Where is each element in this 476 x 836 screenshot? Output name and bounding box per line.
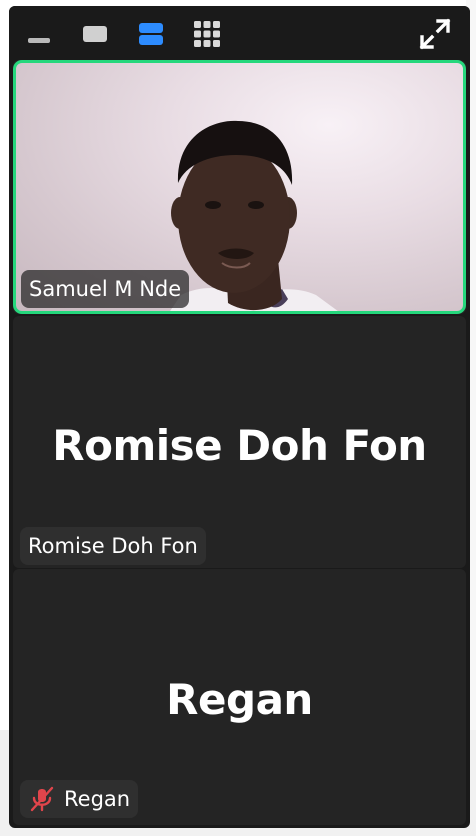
participant-display-name: Regan [166,675,313,724]
speaker-view-icon [83,26,107,42]
strip-view-icon [139,23,163,45]
minimize-view-icon [28,38,50,43]
expand-icon [419,18,451,50]
participant-name-tag: Samuel M Nde [21,270,190,308]
participant-display-name: Romise Doh Fon [52,421,427,470]
gallery-view-icon [194,21,220,47]
strip-view-button[interactable] [135,18,167,50]
speaker-view-button[interactable] [79,18,111,50]
participant-tile-no-video[interactable]: Romise Doh Fon Romise Doh Fon [13,316,466,568]
participant-name-tag: Regan [20,780,139,818]
participant-name-tag: Romise Doh Fon [20,527,206,565]
participant-name: Samuel M Nde [29,277,182,301]
participant-tile-no-video[interactable]: Regan Regan [13,569,466,825]
participant-tile-video[interactable]: Samuel M Nde [13,60,466,314]
microphone-muted-icon [30,786,54,812]
fullscreen-button[interactable] [417,16,453,52]
participant-name: Romise Doh Fon [28,534,198,558]
meeting-window: Samuel M Nde Romise Doh Fon Romise Doh F… [9,6,470,828]
view-toolbar [9,6,470,62]
participant-name: Regan [64,787,131,811]
minimize-view-button[interactable] [23,18,55,50]
gallery-view-button[interactable] [191,18,223,50]
